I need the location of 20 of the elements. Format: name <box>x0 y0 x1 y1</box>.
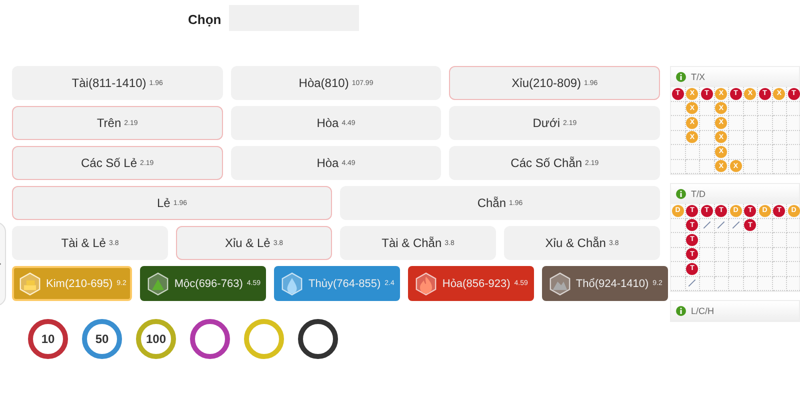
road-title: T/X <box>691 72 706 82</box>
betting-chip[interactable]: 100 <box>136 319 176 359</box>
tab[interactable]: Chọn <box>180 8 230 36</box>
road-title: T/D <box>691 189 706 199</box>
tie-slash-icon <box>687 278 698 288</box>
info-icon[interactable] <box>676 72 686 82</box>
info-icon[interactable] <box>676 306 686 316</box>
road-title: L/C/H <box>691 306 714 316</box>
fire-hexagon-icon <box>414 272 438 296</box>
metal-hexagon-icon <box>18 272 42 296</box>
tie-slash-icon <box>716 220 726 230</box>
info-icon[interactable] <box>676 189 686 199</box>
betting-chip[interactable]: 50 <box>82 319 122 359</box>
tie-slash-icon <box>730 220 741 230</box>
water-hexagon-icon <box>280 272 304 296</box>
tie-slash-icon <box>702 220 712 230</box>
wood-hexagon-icon <box>146 272 170 296</box>
betting-chip[interactable] <box>298 319 338 359</box>
earth-hexagon-icon <box>548 272 572 296</box>
betting-chip[interactable]: 10 <box>28 319 68 359</box>
